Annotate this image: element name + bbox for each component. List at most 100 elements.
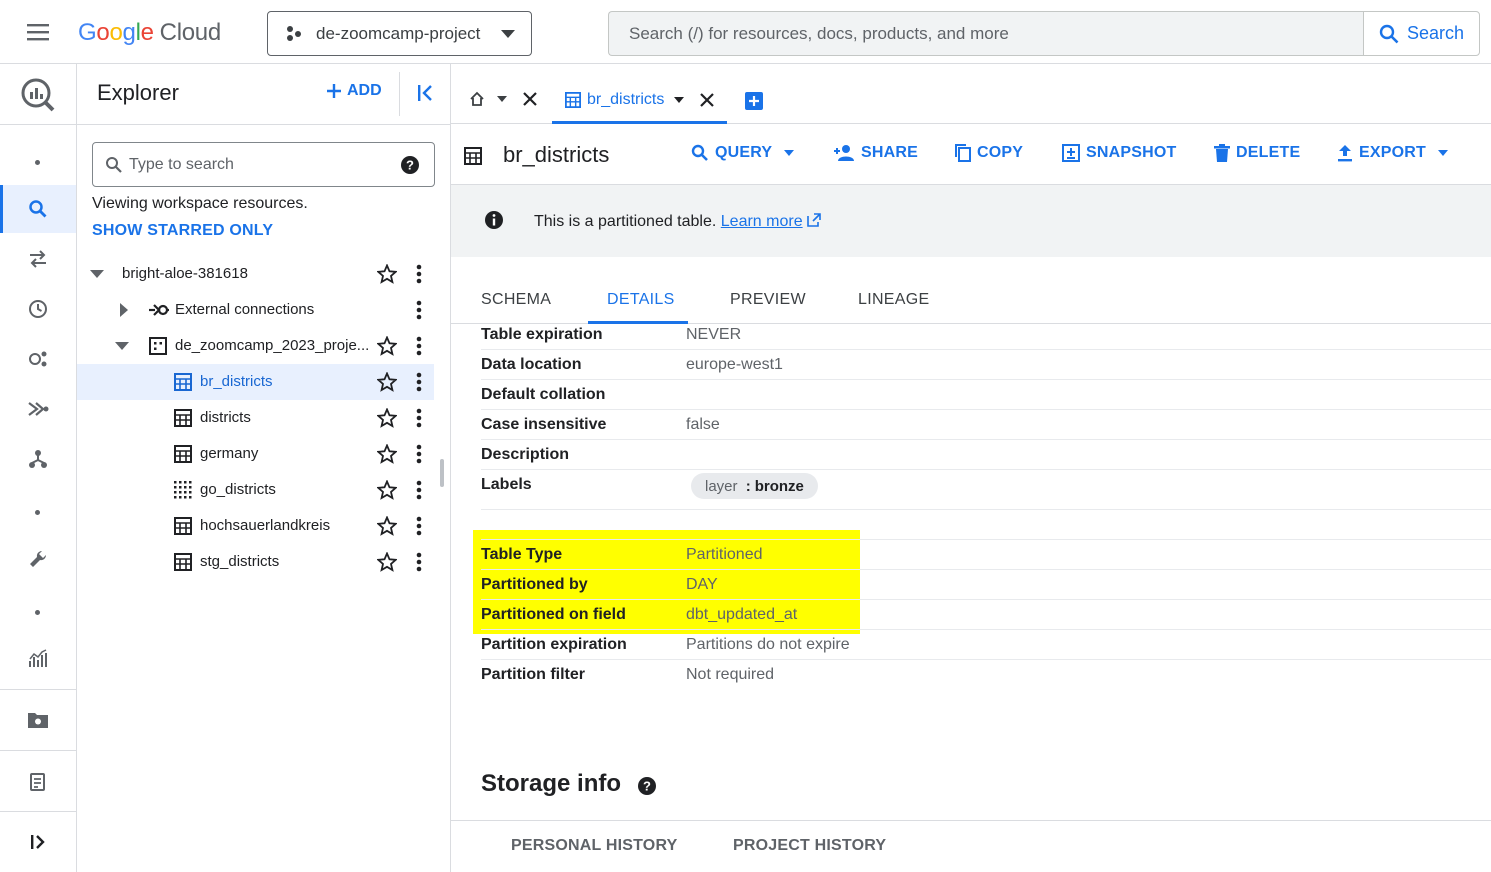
snapshot-icon (1062, 144, 1080, 162)
share-button[interactable]: SHARE (833, 144, 918, 162)
tab-details[interactable]: DETAILS (607, 291, 675, 309)
caret-down-icon[interactable] (497, 95, 507, 103)
search-button[interactable]: Search (1363, 11, 1480, 56)
star-icon[interactable] (377, 336, 397, 356)
rail-divider (0, 811, 76, 812)
tree-item-label: hochsauerlandkreis (200, 517, 331, 534)
more-vert-icon[interactable] (413, 408, 425, 428)
rail-wrench-icon[interactable] (0, 535, 76, 583)
caret-down-icon[interactable] (674, 96, 685, 104)
tab-preview[interactable]: PREVIEW (730, 291, 806, 309)
new-query-tab-icon[interactable] (745, 92, 763, 110)
explorer-title: Explorer (97, 80, 179, 105)
show-starred-only-link[interactable]: SHOW STARRED ONLY (92, 222, 273, 240)
star-icon[interactable] (377, 408, 397, 428)
more-vert-icon[interactable] (413, 516, 425, 536)
home-tab[interactable] (469, 91, 537, 107)
tree-item-table-hochsauerlandkreis[interactable]: hochsauerlandkreis (77, 508, 434, 544)
label-chip[interactable]: layer : bronze (691, 473, 818, 499)
query-button[interactable]: QUERY (691, 144, 795, 162)
external-connection-icon (149, 304, 169, 316)
more-vert-icon[interactable] (413, 552, 425, 572)
star-icon[interactable] (377, 264, 397, 284)
rail-transfers-icon[interactable] (0, 235, 76, 283)
close-icon[interactable] (523, 92, 537, 106)
hamburger-menu-icon[interactable] (24, 20, 54, 46)
tab-schema[interactable]: SCHEMA (481, 291, 551, 309)
add-button[interactable]: ADD (327, 82, 382, 100)
help-icon[interactable]: ? (400, 155, 420, 175)
more-vert-icon[interactable] (413, 480, 425, 500)
close-icon[interactable] (700, 92, 715, 107)
explorer-divider (399, 72, 400, 116)
export-button[interactable]: EXPORT (1337, 144, 1448, 162)
star-icon[interactable] (377, 372, 397, 392)
detail-row-labels: Labels layer : bronze (481, 470, 1491, 510)
more-vert-icon[interactable] (413, 264, 425, 284)
collapse-panel-icon[interactable] (415, 82, 437, 104)
tree-item-label: go_districts (200, 481, 276, 498)
expand-arrow-down-icon[interactable] (115, 341, 129, 351)
view-icon (174, 481, 192, 499)
tree-item-table-districts[interactable]: districts (77, 400, 434, 436)
plus-icon (327, 84, 341, 98)
detail-value: Partitions do not expire (686, 636, 850, 653)
star-icon[interactable] (377, 552, 397, 572)
star-icon[interactable] (377, 444, 397, 464)
tree-item-table-stg-districts[interactable]: stg_districts (77, 544, 434, 580)
expand-arrow-right-icon[interactable] (119, 303, 129, 317)
search-icon (1379, 24, 1399, 43)
explorer-resize-handle[interactable] (440, 459, 444, 487)
explorer-panel: Explorer ADD Type to search ? Viewing wo… (77, 64, 451, 872)
tree-item-external-connections[interactable]: External connections (77, 292, 434, 328)
expand-arrow-down-icon[interactable] (90, 269, 104, 279)
rail-settings-folder-icon[interactable] (0, 696, 76, 744)
search-button-label: Search (1406, 23, 1465, 43)
rail-monitoring-chart-icon[interactable] (0, 635, 76, 683)
rail-explorer-search-icon[interactable] (0, 185, 76, 233)
tab-lineage[interactable]: LINEAGE (858, 291, 929, 309)
tab-br-districts[interactable]: br_districts (552, 78, 727, 124)
delete-button-label: DELETE (1236, 144, 1301, 161)
tree-item-project[interactable]: bright-aloe-381618 (77, 256, 434, 292)
svg-text:?: ? (643, 779, 651, 794)
tab-personal-history[interactable]: PERSONAL HISTORY (511, 837, 678, 855)
star-icon[interactable] (377, 480, 397, 500)
tree-item-view-go-districts[interactable]: go_districts (77, 472, 434, 508)
more-vert-icon[interactable] (413, 300, 425, 320)
more-vert-icon[interactable] (413, 444, 425, 464)
external-link-icon[interactable] (807, 213, 821, 227)
project-picker[interactable]: de-zoomcamp-project (267, 11, 532, 56)
learn-more-link[interactable]: Learn more (721, 213, 803, 230)
explorer-search-input[interactable]: Type to search ? (92, 142, 435, 187)
rail-expand-icon[interactable] (0, 818, 76, 866)
rail-scheduled-queries-clock-icon[interactable] (0, 285, 76, 333)
google-cloud-logo[interactable]: Google Cloud (78, 16, 221, 50)
tree-item-dataset[interactable]: de_zoomcamp_2023_proje... (77, 328, 434, 364)
search-icon (106, 156, 122, 173)
rail-dataform-icon[interactable] (0, 435, 76, 483)
snapshot-button[interactable]: SNAPSHOT (1062, 144, 1177, 162)
rail-release-notes-icon[interactable] (0, 758, 76, 806)
copy-button[interactable]: COPY (955, 144, 1023, 162)
detail-key: Partitioned by (481, 576, 588, 593)
tab-project-history[interactable]: PROJECT HISTORY (733, 837, 886, 855)
share-button-label: SHARE (861, 144, 919, 161)
spacer-row (481, 510, 1491, 540)
copy-button-label: COPY (977, 144, 1024, 161)
global-search-input[interactable]: Search (/) for resources, docs, products… (608, 11, 1365, 56)
detail-row: Table expiration NEVER (481, 320, 1491, 350)
table-icon (174, 409, 192, 427)
star-icon[interactable] (377, 516, 397, 536)
more-vert-icon[interactable] (413, 336, 425, 356)
person-add-icon (834, 145, 854, 161)
tree-item-table-br-districts[interactable]: br_districts (77, 364, 434, 400)
bigquery-logo-icon[interactable] (0, 70, 76, 120)
rail-dot (35, 610, 40, 615)
rail-analytics-hub-icon[interactable] (0, 335, 76, 383)
tree-item-table-germany[interactable]: germany (77, 436, 434, 472)
delete-button[interactable]: DELETE (1214, 144, 1300, 162)
rail-dataflow-icon[interactable] (0, 385, 76, 433)
help-icon[interactable]: ? (637, 776, 657, 796)
more-vert-icon[interactable] (413, 372, 425, 392)
